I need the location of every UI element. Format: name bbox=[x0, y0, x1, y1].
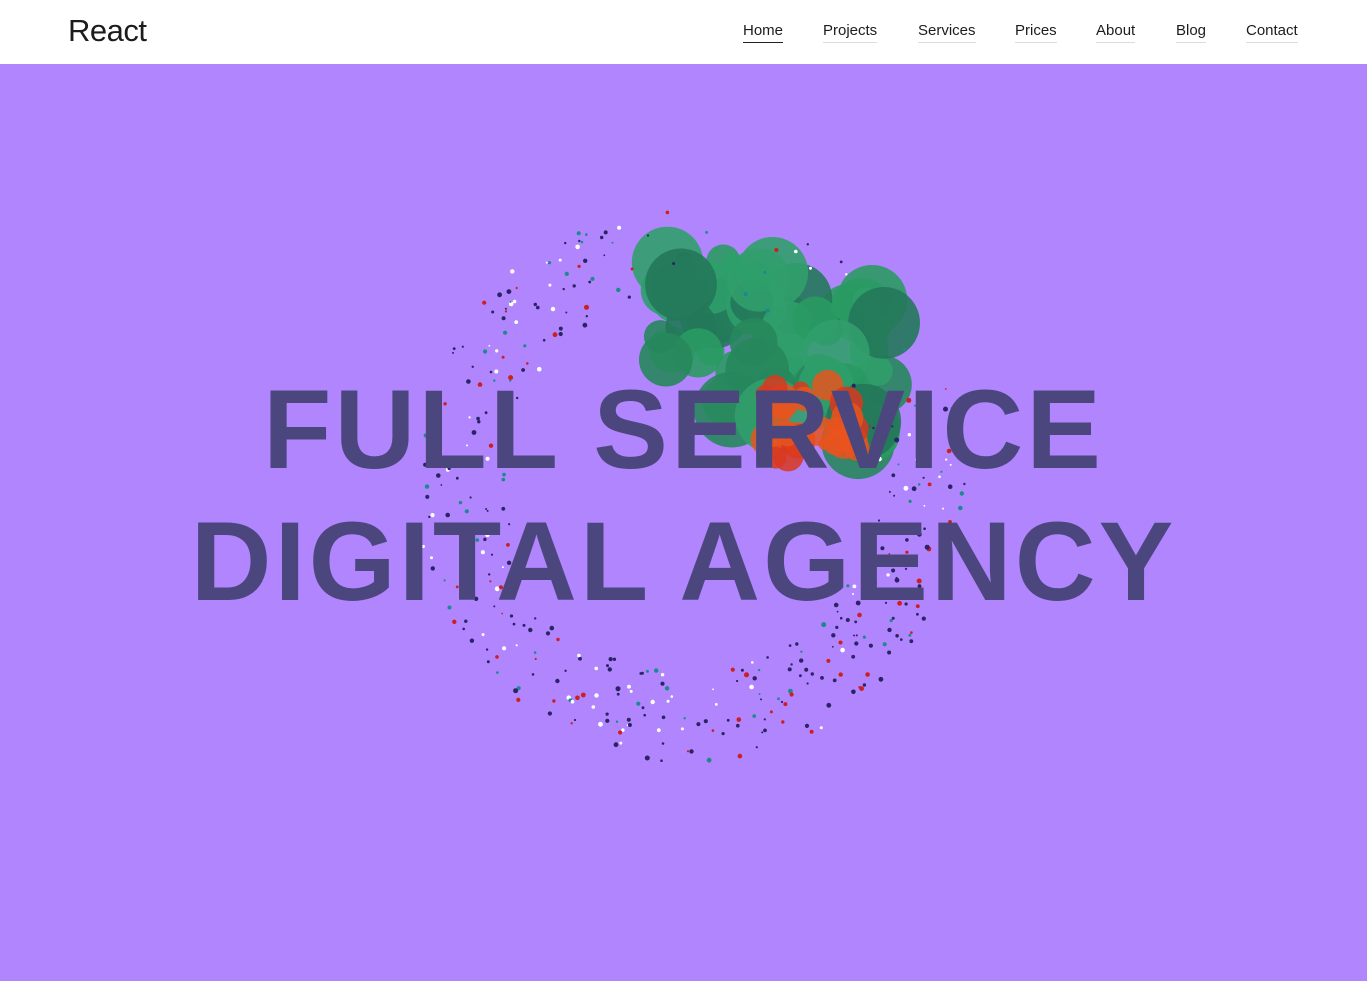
nav-prices[interactable]: Prices bbox=[1015, 22, 1057, 43]
hero-section: FULL SERVICE DIGITAL AGENCY bbox=[0, 64, 1367, 981]
nav-about[interactable]: About bbox=[1096, 22, 1136, 43]
site-header: React Home Projects Services Prices Abou… bbox=[0, 0, 1367, 64]
site-logo[interactable]: React bbox=[68, 13, 147, 49]
headline-line-1: FULL SERVICE bbox=[263, 367, 1104, 492]
nav-blog[interactable]: Blog bbox=[1176, 22, 1207, 43]
headline-line-2: DIGITAL AGENCY bbox=[190, 499, 1177, 624]
nav-home[interactable]: Home bbox=[743, 22, 784, 43]
nav-contact[interactable]: Contact bbox=[1246, 22, 1298, 43]
nav-projects[interactable]: Projects bbox=[823, 22, 878, 43]
hero-headline: FULL SERVICE DIGITAL AGENCY bbox=[0, 364, 1367, 628]
nav-services[interactable]: Services bbox=[918, 22, 976, 43]
